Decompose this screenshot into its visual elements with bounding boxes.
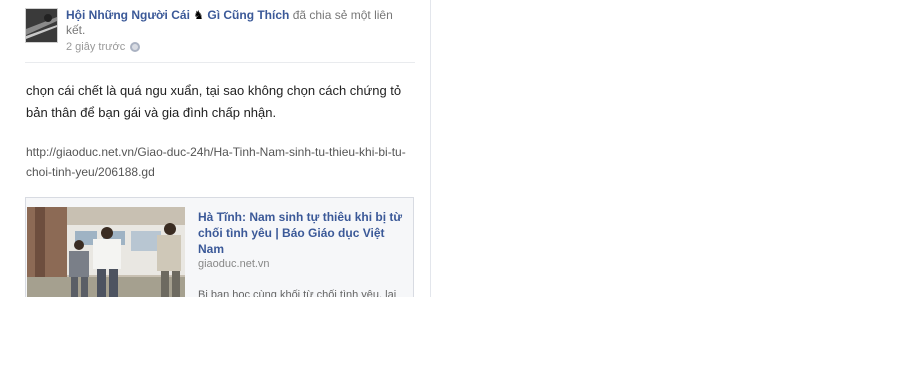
timestamp-text[interactable]: 2 giây trước (66, 41, 125, 53)
post-header: Hội Những Người Cái ♞ Gì Cũng Thích đã c… (66, 8, 406, 38)
attachment-thumbnail[interactable] (27, 207, 185, 297)
post-message: chọn cái chết là quá ngu xuẩn, tại sao k… (26, 83, 402, 120)
horse-icon: ♞ (193, 8, 205, 22)
globe-icon[interactable] (130, 42, 141, 52)
header-divider (25, 62, 415, 63)
post-link-url[interactable]: http://giaoduc.net.vn/Giao-duc-24h/Ha-Ti… (26, 142, 411, 182)
attachment-title[interactable]: Hà Tĩnh: Nam sinh tự thiêu khi bị từ chố… (198, 209, 403, 257)
link-attachment[interactable]: Hà Tĩnh: Nam sinh tự thiêu khi bị từ chố… (25, 197, 414, 297)
post-timestamp[interactable]: 2 giây trước (66, 41, 141, 53)
facebook-post: Hội Những Người Cái ♞ Gì Cũng Thích đã c… (0, 0, 431, 297)
attachment-description: Bị bạn học cùng khối từ chối tình yêu, l… (198, 289, 397, 297)
page-name-link[interactable]: Hội Những Người Cái ♞ Gì Cũng Thích (66, 8, 289, 22)
page-avatar[interactable] (25, 8, 58, 43)
blank-area (0, 297, 922, 378)
attachment-domain: giaoduc.net.vn (198, 258, 270, 270)
